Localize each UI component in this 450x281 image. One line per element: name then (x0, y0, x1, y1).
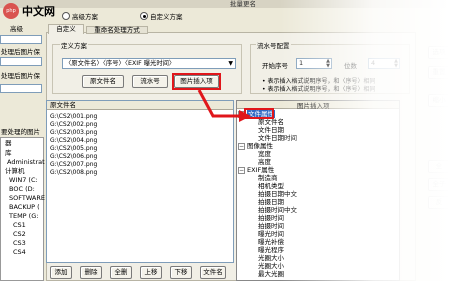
folder-tree[interactable]: 器 库 Administrat 计算机 WIN7 (C: BOC (D: SOF… (0, 137, 45, 281)
file-row[interactable]: G:\CS2\008.png (50, 169, 97, 177)
tree-item[interactable]: WIN7 (C: (9, 176, 38, 185)
tree-item[interactable]: Administrat (7, 158, 45, 167)
tree-item[interactable]: CS3 (13, 239, 26, 248)
file-row[interactable]: G:\CS2\002.png (50, 121, 97, 129)
remove-button[interactable]: 删除 (80, 266, 102, 279)
file-row[interactable]: G:\CS2\001.png (50, 113, 97, 121)
left-label-advanced: 高级 (10, 25, 23, 33)
left-label-save-1: 处理后图片保 (1, 48, 40, 56)
reset-button[interactable]: 重置 (428, 66, 450, 79)
title-bar (0, 0, 450, 8)
left-field-2[interactable] (0, 57, 42, 66)
file-row[interactable]: G:\CS2\004.png (50, 137, 97, 145)
red-arrow (197, 89, 251, 122)
scheme-value: 〈原文件名〉〈序号〉〈EXIF 曝光时间〉 (65, 60, 176, 67)
digits-value: 4 (371, 59, 376, 67)
shrink-button[interactable]: 缩小 (428, 94, 450, 107)
radio-advanced-label: 高级方案 (72, 13, 98, 21)
window-title: 批量更名 (230, 0, 256, 8)
spin-icon: ▲ ▼ (326, 58, 330, 69)
custom-scheme-title: 定义方案 (60, 40, 88, 50)
radio-custom-label: 自定义方案 (150, 13, 183, 21)
move-up-button[interactable]: 上移 (140, 266, 162, 279)
tree-item[interactable]: CS2 (13, 230, 26, 239)
logo-letter: php (6, 8, 16, 14)
file-row[interactable]: G:\CS2\003.png (50, 129, 97, 137)
left-field-1[interactable] (0, 35, 42, 44)
tree-item[interactable]: 器 (5, 139, 12, 148)
insert-menu-title: 图片插入项 (297, 102, 330, 110)
tree-item[interactable]: CS4 (13, 248, 26, 257)
orig-name-button[interactable]: 原文件名 (82, 75, 124, 88)
tree-item[interactable]: BOC (D: (9, 185, 35, 194)
tab-custom[interactable]: 自定义 (48, 24, 84, 34)
radio-custom[interactable] (140, 12, 148, 20)
select-sub-button[interactable]: 全子 (428, 178, 450, 191)
serial-button[interactable]: 流水号 (132, 75, 168, 88)
radio-advanced[interactable] (62, 12, 70, 20)
start-spinner[interactable]: 1 ▲ ▼ (296, 58, 332, 69)
start-label: 开始序号 (262, 62, 288, 70)
left-label-save-2: 处理后图片保 (1, 72, 40, 80)
left-field-3[interactable] (0, 84, 42, 93)
digits-spinner[interactable]: 4 ▲ ▼ (368, 58, 400, 69)
select-all-button[interactable]: 全 (428, 160, 450, 173)
file-row[interactable]: G:\CS2\007.png (50, 161, 97, 169)
add-button[interactable]: 添加 (50, 266, 72, 279)
tree-item[interactable]: BACKUP ( (9, 203, 40, 212)
start-value: 1 (299, 59, 304, 67)
serial-config-title: 流水号配置 (256, 40, 291, 50)
serial-note-2: • 表示插入格式说明序号，和〈序号〉相同 (262, 86, 376, 93)
watermark-text: 中文网 (22, 5, 55, 18)
tree-node-label: EXIF属性 (247, 166, 275, 174)
tree-item[interactable]: CS1 (13, 221, 26, 230)
collapse-icon[interactable]: − (238, 166, 245, 174)
spin-icon: ▲ ▼ (394, 58, 398, 69)
tree-item[interactable]: 计算机 (5, 167, 25, 176)
tree-node-label: 图像属性 (247, 142, 273, 150)
scheme-select[interactable]: 〈原文件名〉〈序号〉〈EXIF 曝光时间〉 ▼ (62, 58, 236, 69)
watermark-logo: php (3, 3, 19, 19)
digits-label: 位数 (344, 62, 357, 70)
file-list-header-label: 原文件名 (50, 101, 76, 109)
options-button[interactable]: 选项 (428, 46, 450, 59)
chevron-down-icon: ▼ (228, 60, 233, 67)
file-row[interactable]: G:\CS2\006.png (50, 153, 97, 161)
file-row[interactable]: G:\CS2\005.png (50, 145, 97, 153)
tab-rename-mode-label: 重命名处理方式 (94, 26, 140, 34)
tree-item[interactable]: TEMP (G: (9, 212, 38, 221)
collapse-icon[interactable]: − (238, 142, 245, 150)
tree-item[interactable]: SOFTWARE (9, 194, 45, 203)
filename-button[interactable]: 文件名 (200, 266, 226, 279)
tab-custom-label: 自定义 (56, 25, 76, 33)
tab-rename-mode[interactable]: 重命名处理方式 (86, 26, 148, 34)
clear-button[interactable]: 全删 (110, 266, 132, 279)
tree-item[interactable]: 库 (5, 149, 12, 158)
left-label-source: 要处理的图片 (1, 128, 40, 136)
move-down-button[interactable]: 下移 (170, 266, 192, 279)
invert-button[interactable]: 反 (428, 196, 450, 209)
insert-item-exif[interactable]: 最大光圈 (258, 270, 284, 279)
